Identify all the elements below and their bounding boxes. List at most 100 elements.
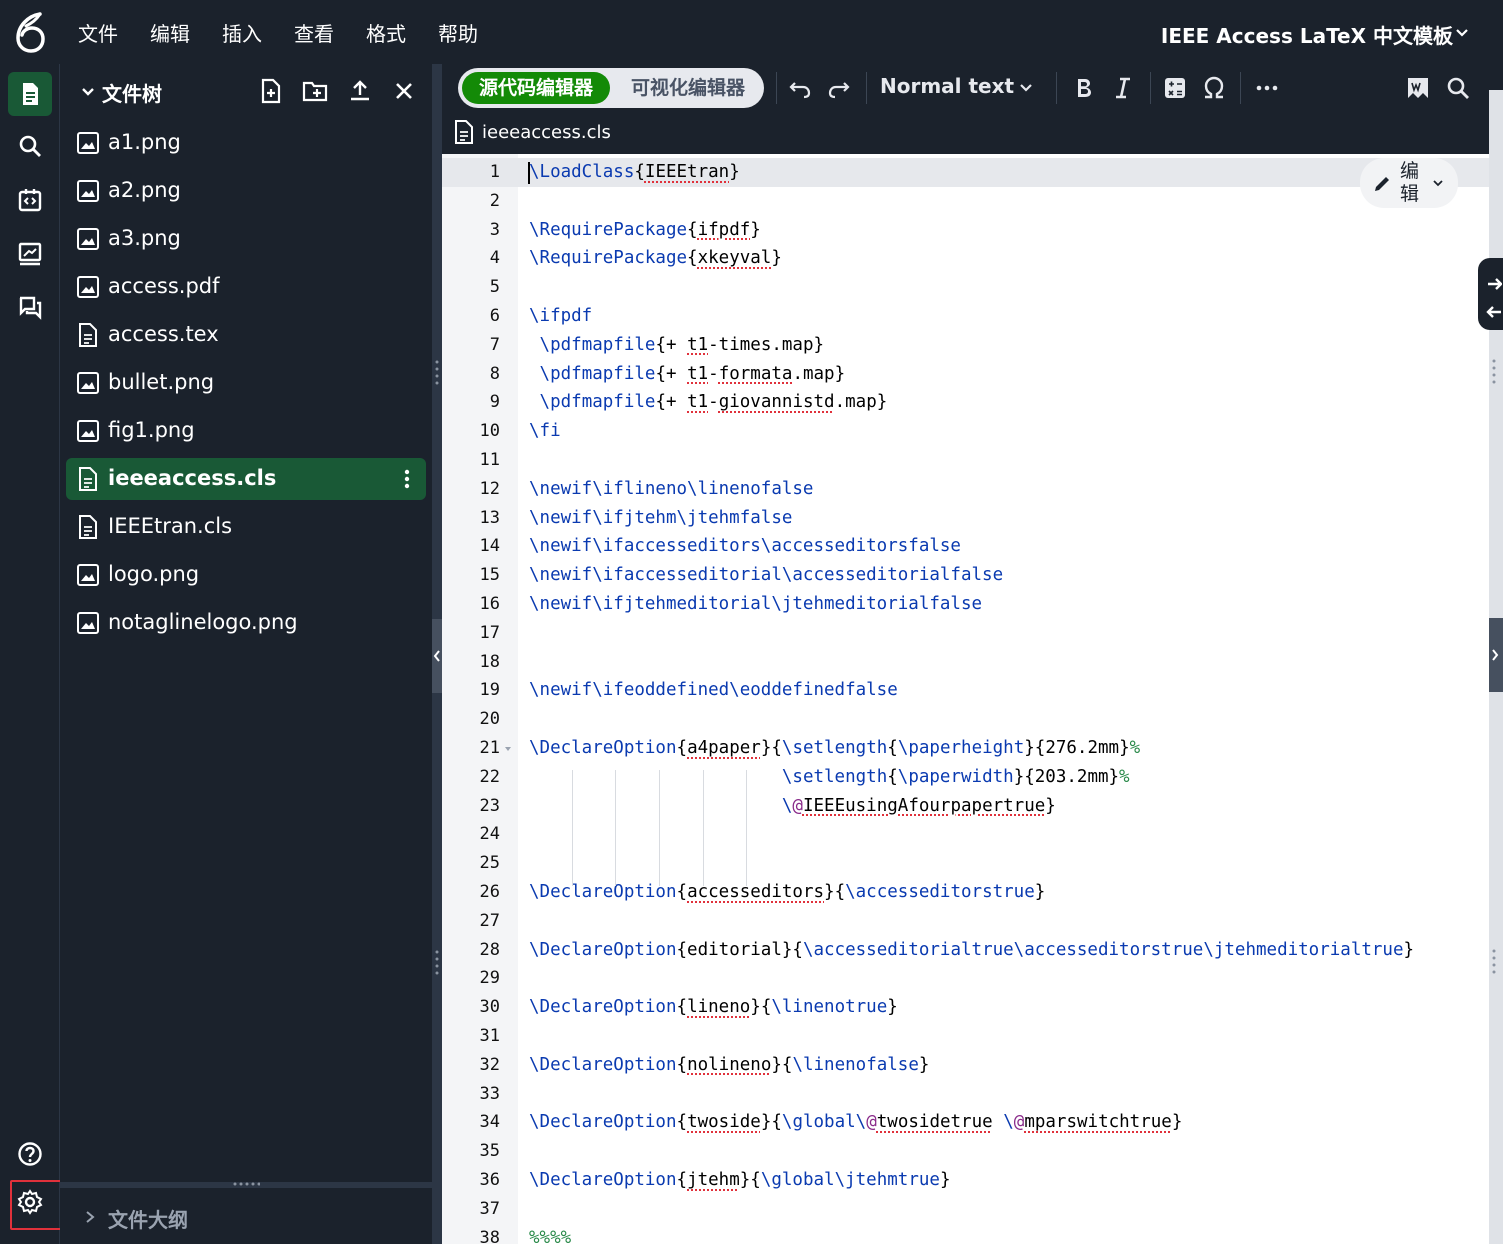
code-line[interactable]: 16 \newif\ifjtehmeditorial\jtehmeditorial… bbox=[442, 590, 1489, 619]
file-tree-button[interactable] bbox=[8, 72, 52, 116]
code-line[interactable]: 5 bbox=[442, 273, 1489, 302]
menu-view[interactable]: 查看 bbox=[294, 18, 334, 47]
code-line[interactable]: 11 bbox=[442, 446, 1489, 475]
code-line[interactable]: 15 \newif\ifaccesseditorial\accesseditori… bbox=[442, 561, 1489, 590]
code-line[interactable]: 28 \DeclareOption{editorial}{\accessedito… bbox=[442, 936, 1489, 965]
fold-arrow-icon[interactable] bbox=[504, 746, 512, 752]
bold-icon[interactable] bbox=[1071, 75, 1097, 101]
code-line[interactable]: 36 \DeclareOption{jtehm}{\global\jtehmtru… bbox=[442, 1166, 1489, 1195]
code-line[interactable]: 10 \fi bbox=[442, 417, 1489, 446]
resize-grip-icon[interactable] bbox=[232, 1181, 260, 1187]
code-line[interactable]: 3 \RequirePackage{ifpdf} bbox=[442, 216, 1489, 245]
file-item[interactable]: a1.png bbox=[66, 122, 426, 164]
italic-icon[interactable] bbox=[1110, 75, 1136, 101]
source-editor-button[interactable]: 源代码编辑器 bbox=[462, 72, 610, 104]
code-line[interactable]: 24 bbox=[442, 820, 1489, 849]
code-line[interactable]: 6 \ifpdf bbox=[442, 302, 1489, 331]
code-line[interactable]: 2 bbox=[442, 187, 1489, 216]
menu-format[interactable]: 格式 bbox=[366, 18, 406, 47]
chevron-down-icon[interactable] bbox=[1018, 81, 1034, 95]
more-vertical-icon[interactable] bbox=[402, 468, 412, 490]
code-line[interactable]: 23 \@IEEEusingAfourpapertrue} bbox=[442, 792, 1489, 821]
code-line[interactable]: 32 \DeclareOption{nolineno}{\linenofalse} bbox=[442, 1051, 1489, 1080]
file-item[interactable]: logo.png bbox=[66, 554, 426, 596]
code-line[interactable]: 20 bbox=[442, 705, 1489, 734]
integrations-button[interactable] bbox=[8, 178, 52, 222]
new-file-icon[interactable] bbox=[258, 78, 284, 104]
file-item[interactable]: access.tex bbox=[66, 314, 426, 356]
overleaf-logo-icon[interactable] bbox=[10, 10, 50, 54]
resize-grip-icon[interactable] bbox=[1492, 948, 1496, 978]
review-button[interactable] bbox=[8, 232, 52, 276]
code-line[interactable]: 8 \pdfmapfile{+ t1-formata.map} bbox=[442, 360, 1489, 389]
bookmark-word-icon[interactable] bbox=[1405, 75, 1431, 101]
file-item[interactable]: fig1.png bbox=[66, 410, 426, 452]
more-options-icon[interactable] bbox=[1254, 75, 1280, 101]
code-text: \DeclareOption{lineno}{\linenotrue} bbox=[529, 997, 898, 1018]
file-item[interactable]: ieeeaccess.cls bbox=[66, 458, 426, 500]
math-icon[interactable] bbox=[1162, 75, 1188, 101]
code-line[interactable]: 9 \pdfmapfile{+ t1-giovannistd.map} bbox=[442, 388, 1489, 417]
code-line[interactable]: 21 \DeclareOption{a4paper}{\setlength{\p… bbox=[442, 734, 1489, 763]
code-line[interactable]: 19 \newif\ifeoddefined\eoddefinedfalse bbox=[442, 676, 1489, 705]
upload-icon[interactable] bbox=[347, 78, 373, 104]
code-line[interactable]: 29 bbox=[442, 964, 1489, 993]
edit-mode-chip[interactable]: 编辑 bbox=[1360, 158, 1458, 208]
redo-icon[interactable] bbox=[826, 75, 852, 101]
code-line[interactable]: 26 \DeclareOption{accesseditors}{\accesse… bbox=[442, 878, 1489, 907]
menu-insert[interactable]: 插入 bbox=[222, 18, 262, 47]
menu-help[interactable]: 帮助 bbox=[438, 18, 478, 47]
chevron-down-icon[interactable] bbox=[80, 84, 96, 100]
file-item[interactable]: a2.png bbox=[66, 170, 426, 212]
pdf-sync-toggle[interactable] bbox=[1478, 258, 1503, 330]
search-button[interactable] bbox=[8, 124, 52, 168]
code-line[interactable]: 37 bbox=[442, 1195, 1489, 1224]
code-line[interactable]: 12 \newif\iflineno\linenofalse bbox=[442, 475, 1489, 504]
code-line[interactable]: 27 bbox=[442, 907, 1489, 936]
project-title[interactable]: IEEE Access LaTeX 中文模板 bbox=[1161, 20, 1453, 49]
file-item[interactable]: bullet.png bbox=[66, 362, 426, 404]
resize-grip-icon[interactable] bbox=[1492, 358, 1496, 388]
chevron-right-icon[interactable] bbox=[1491, 648, 1499, 662]
chevron-down-icon[interactable] bbox=[1455, 26, 1469, 40]
code-line[interactable]: 30 \DeclareOption{lineno}{\linenotrue} bbox=[442, 993, 1489, 1022]
code-line[interactable]: 1 \LoadClass{IEEEtran} bbox=[442, 158, 1489, 187]
visual-editor-button[interactable]: 可视化编辑器 bbox=[618, 72, 758, 104]
file-item[interactable]: notaglinelogo.png bbox=[66, 602, 426, 644]
file-item[interactable]: IEEEtran.cls bbox=[66, 506, 426, 548]
file-tab[interactable]: ieeeaccess.cls bbox=[442, 112, 1503, 154]
menu-edit[interactable]: 编辑 bbox=[150, 18, 190, 47]
code-line[interactable]: 34 \DeclareOption{twoside}{\global\@twosi… bbox=[442, 1108, 1489, 1137]
code-line[interactable]: 25 bbox=[442, 849, 1489, 878]
menu-file[interactable]: 文件 bbox=[78, 18, 118, 47]
code-line[interactable]: 17 bbox=[442, 619, 1489, 648]
file-item[interactable]: a3.png bbox=[66, 218, 426, 260]
file-outline-bar[interactable]: 文件大纲 bbox=[60, 1182, 432, 1244]
code-editor[interactable]: 1 \LoadClass{IEEEtran} 2 3 \RequirePackag… bbox=[442, 154, 1489, 1244]
chevron-down-icon bbox=[1433, 180, 1443, 187]
code-line[interactable]: 38%%%% bbox=[442, 1224, 1489, 1244]
code-line[interactable]: 7 \pdfmapfile{+ t1-times.map} bbox=[442, 331, 1489, 360]
help-button[interactable] bbox=[8, 1132, 52, 1176]
search-icon[interactable] bbox=[1445, 75, 1471, 101]
new-folder-icon[interactable] bbox=[302, 78, 328, 104]
code-line[interactable]: 14 \newif\ifaccesseditors\accesseditorsfa… bbox=[442, 532, 1489, 561]
code-line[interactable]: 35 bbox=[442, 1137, 1489, 1166]
close-icon[interactable] bbox=[391, 78, 417, 104]
chevron-left-icon[interactable] bbox=[433, 649, 441, 663]
panel-splitter[interactable] bbox=[432, 64, 442, 1244]
undo-icon[interactable] bbox=[787, 75, 813, 101]
chat-button[interactable] bbox=[8, 286, 52, 330]
code-line[interactable]: 18 bbox=[442, 648, 1489, 677]
code-line[interactable]: 4 \RequirePackage{xkeyval} bbox=[442, 244, 1489, 273]
text-style-select[interactable]: Normal text bbox=[880, 74, 1014, 98]
code-line[interactable]: 22 \setlength{\paperwidth}{203.2mm}% bbox=[442, 763, 1489, 792]
symbol-omega-icon[interactable] bbox=[1201, 75, 1227, 101]
file-item[interactable]: access.pdf bbox=[66, 266, 426, 308]
code-text: \newif\ifjtehmeditorial\jtehmeditorialfa… bbox=[529, 594, 983, 614]
resize-grip-icon[interactable] bbox=[435, 949, 439, 979]
resize-grip-icon[interactable] bbox=[435, 359, 439, 389]
code-line[interactable]: 33 bbox=[442, 1080, 1489, 1109]
code-line[interactable]: 13 \newif\ifjtehm\jtehmfalse bbox=[442, 504, 1489, 533]
code-line[interactable]: 31 bbox=[442, 1022, 1489, 1051]
